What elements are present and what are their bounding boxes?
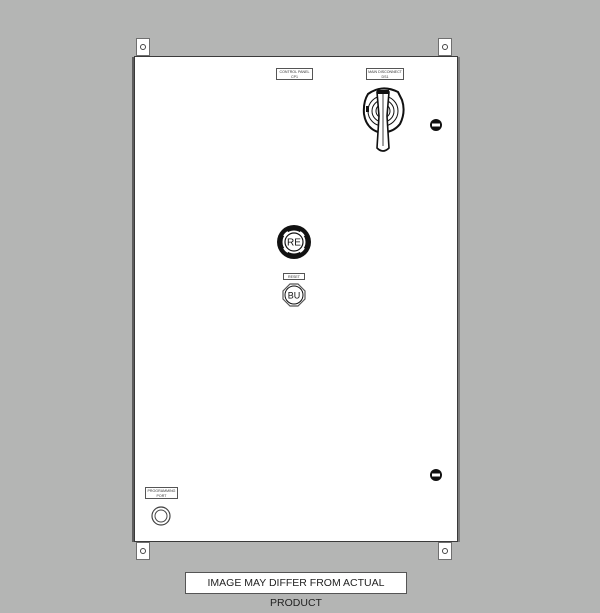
reset-button[interactable]: BU xyxy=(282,283,306,307)
mounting-hole-icon xyxy=(442,548,448,554)
mounting-hole-icon xyxy=(140,548,146,554)
mounting-tab-top-right xyxy=(438,38,452,56)
mounting-tab-top-left xyxy=(136,38,150,56)
nameplate-programming-port: PROGRAMMING PORT xyxy=(145,487,178,499)
mounting-tab-bottom-left xyxy=(136,542,150,560)
enclosure-right-edge xyxy=(458,57,460,542)
nameplate-control-panel: CONTROL PANEL CP1 xyxy=(276,68,313,80)
mounting-hole-icon xyxy=(442,44,448,50)
nameplate-reset: RESET xyxy=(283,273,305,280)
door-latch-top-icon[interactable] xyxy=(429,118,443,132)
nameplate-main-disconnect: MAIN DISCONNECT DS1 xyxy=(366,68,404,80)
door-latch-bottom-icon[interactable] xyxy=(429,468,443,482)
emergency-stop-label: RE xyxy=(287,238,301,249)
emergency-stop-button[interactable]: RE xyxy=(276,224,312,260)
mounting-hole-icon xyxy=(140,44,146,50)
main-disconnect-switch[interactable] xyxy=(360,86,410,156)
reset-button-label: BU xyxy=(288,291,301,301)
mounting-tab-bottom-right xyxy=(438,542,452,560)
disclaimer-label: IMAGE MAY DIFFER FROM ACTUAL PRODUCT xyxy=(185,572,407,609)
programming-port[interactable] xyxy=(151,506,171,526)
